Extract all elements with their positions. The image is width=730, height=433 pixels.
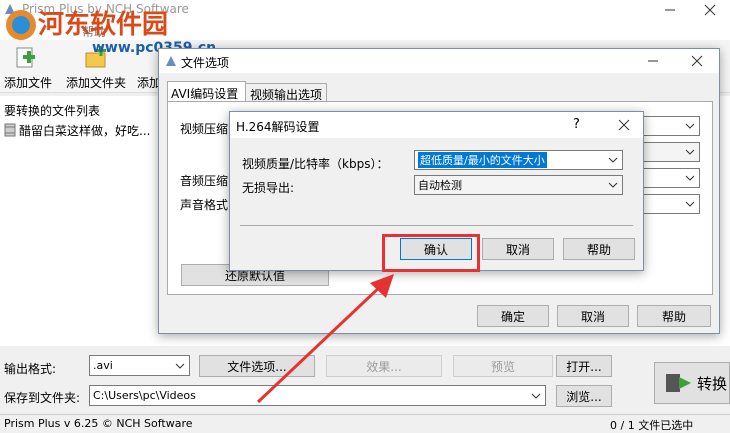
red-arrow-annotation [256, 274, 394, 404]
